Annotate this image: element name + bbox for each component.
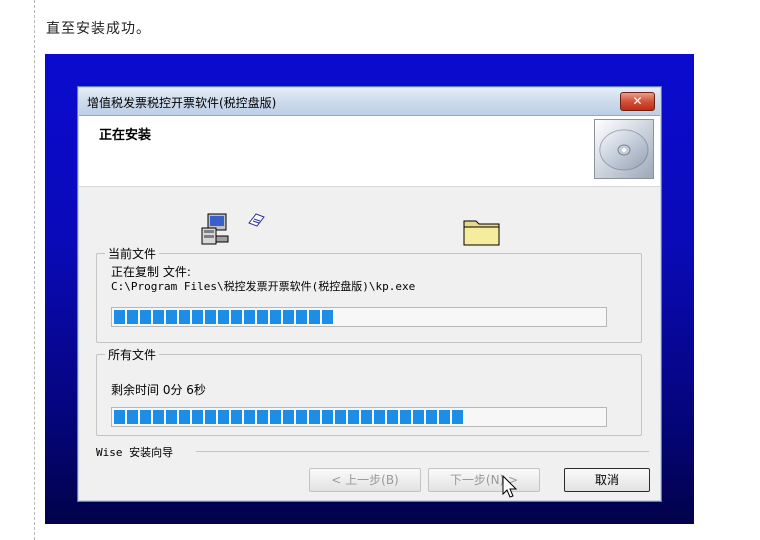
current-file-progress-fill xyxy=(114,310,333,324)
next-button[interactable]: 下一步(N) > xyxy=(428,468,540,492)
left-dashed-rule xyxy=(34,0,35,540)
header-title: 正在安装 xyxy=(99,128,152,143)
all-files-legend: 所有文件 xyxy=(105,346,160,363)
current-file-group: 当前文件 正在复制 文件: C:\Program Files\税控发票开票软件(… xyxy=(96,245,642,343)
all-files-progress-fill xyxy=(114,410,463,424)
document-fly-icon xyxy=(246,211,268,233)
title-bar: 增值税发票税控开票软件(税控盘版) ✕ xyxy=(79,88,660,116)
close-icon: ✕ xyxy=(632,94,643,108)
setup-computer-icon xyxy=(198,212,234,250)
installer-dialog: 增值税发票税控开票软件(税控盘版) ✕ 正在安装 当前文件 正在复制 文件: C… xyxy=(77,86,662,502)
all-files-group: 所有文件 剩余时间 0分 6秒 xyxy=(96,346,642,436)
folder-icon xyxy=(462,215,502,251)
file-path-text: C:\Program Files\税控发票开票软件(税控盘版)\kp.exe xyxy=(111,280,416,293)
wise-divider xyxy=(196,451,649,452)
page-caption: 直至安装成功。 xyxy=(46,21,151,37)
cancel-button[interactable]: 取消 xyxy=(564,468,650,492)
cd-disc-icon xyxy=(594,119,654,179)
current-file-legend: 当前文件 xyxy=(105,245,160,262)
wise-wizard-label: Wise 安装向导 xyxy=(96,446,174,459)
mouse-cursor-icon xyxy=(502,474,520,503)
current-file-progress xyxy=(111,307,607,327)
all-files-progress xyxy=(111,407,607,427)
header-band: 正在安装 xyxy=(79,116,660,187)
window-title: 增值税发票税控开票软件(税控盘版) xyxy=(87,96,277,110)
close-button[interactable]: ✕ xyxy=(620,92,655,111)
back-button[interactable]: < 上一步(B) xyxy=(309,468,421,492)
remaining-time-text: 剩余时间 0分 6秒 xyxy=(111,383,206,397)
